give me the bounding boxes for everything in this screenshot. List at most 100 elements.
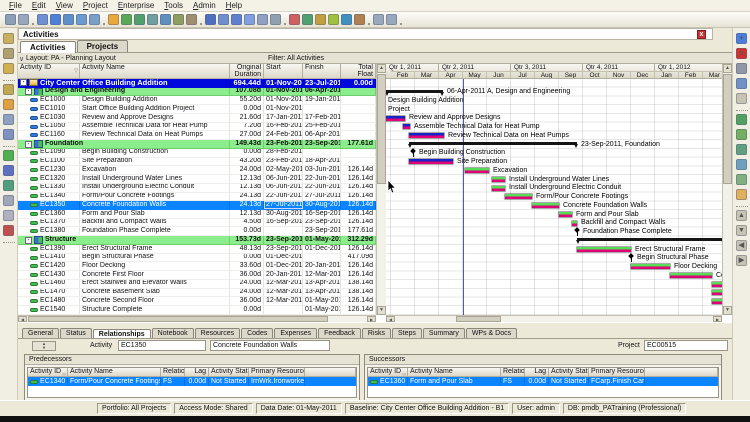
table-row[interactable]: - Design and Engineering 107.08d 01-Nov-201… xyxy=(18,87,376,97)
original-duration-cell[interactable]: 4.50d xyxy=(230,218,264,227)
original-duration-cell[interactable]: 24.13d xyxy=(230,201,264,210)
total-float-cell[interactable]: 126.14d xyxy=(341,244,376,253)
assign-resources-icon[interactable] xyxy=(315,14,326,25)
relation-column-relations[interactable]: Relations xyxy=(501,368,525,377)
summary-bar[interactable] xyxy=(576,238,722,245)
finish-cell[interactable]: 12-Mar-2012 xyxy=(303,271,341,279)
table-row[interactable]: EC1370 Backfill and Compact Walls 4.50d 16-… xyxy=(18,218,376,228)
original-duration-cell[interactable]: 107.08d xyxy=(230,87,264,96)
total-float-cell[interactable]: 126.14d xyxy=(341,297,376,306)
timescale-quarter[interactable]: Qtr 1, 2011 xyxy=(386,64,439,71)
table-row[interactable]: EC1330 Install Underground Electric Condu… xyxy=(18,183,376,193)
start-cell[interactable]: 12-Mar-2012 xyxy=(264,288,303,297)
finish-cell[interactable] xyxy=(303,148,341,157)
activity-name-cell[interactable]: Concrete Basement Slab xyxy=(80,288,230,297)
finish-cell[interactable]: 18-Apr-2011 A xyxy=(303,157,341,166)
finish-cell[interactable]: 19-Jan-2011 A xyxy=(303,96,341,105)
gantt-timescale[interactable]: Qtr 1, 2011 Qtr 2, 2011 Qtr 3, 2011 Qtr 4, … xyxy=(386,64,722,79)
start-cell[interactable]: 23-Feb-2011 A xyxy=(264,140,303,148)
menu-item-tools[interactable]: Tools xyxy=(159,1,188,10)
total-float-cell[interactable]: 126.14d xyxy=(341,210,376,218)
activity-spinner[interactable]: ▲ ▼ xyxy=(32,341,56,351)
finish-cell[interactable]: 23-Sep-2011 xyxy=(303,140,341,148)
activity-bar[interactable] xyxy=(409,133,444,139)
assign-predecessor-icon[interactable] xyxy=(736,159,747,170)
details-tab-notebook[interactable]: Notebook xyxy=(151,328,194,338)
menu-item-help[interactable]: Help xyxy=(221,1,247,10)
section-name-cell[interactable]: - Foundation xyxy=(18,140,230,148)
activity-bar[interactable] xyxy=(712,299,722,305)
milestone-marker[interactable] xyxy=(631,254,632,262)
timescale-month[interactable]: Aug xyxy=(535,71,559,78)
activity-name-cell[interactable]: Site Preparation xyxy=(80,157,230,166)
documents-nav-icon[interactable] xyxy=(3,195,14,206)
menu-item-admin[interactable]: Admin xyxy=(188,1,221,10)
activity-id-cell[interactable]: EC1230 xyxy=(18,166,80,175)
finish-cell[interactable]: 23-Sep-2011 xyxy=(303,227,341,236)
summary-bar[interactable] xyxy=(408,142,578,149)
table-vertical-scrollbar[interactable]: ▲ ▼ xyxy=(376,64,386,315)
assign-resource-by-role-icon[interactable] xyxy=(736,129,747,140)
details-tab-codes[interactable]: Codes xyxy=(241,328,274,338)
start-cell[interactable]: 01-Nov-2010 A xyxy=(264,105,303,113)
project-name-cell[interactable]: - City Center Office Building Addition xyxy=(18,79,230,87)
total-float-cell[interactable]: 177.61d xyxy=(341,227,376,236)
total-float-cell[interactable]: 126.14d xyxy=(341,175,376,183)
activity-name-cell[interactable]: Concrete First Floor xyxy=(80,271,230,279)
relation-activity-id-cell[interactable]: EC1360 xyxy=(368,377,408,386)
table-row[interactable]: - Structure 153.73d23-Sep-201101-May-20123… xyxy=(18,236,376,245)
gantt-horizontal-scrollbar[interactable]: ◀ ▶ xyxy=(386,315,722,322)
timescale-quarter[interactable]: Qtr 4, 2011 xyxy=(583,64,655,71)
relation-cell[interactable]: Form/Pour Concrete Footings xyxy=(68,377,161,386)
start-cell[interactable]: 02-May-2011 xyxy=(264,166,303,175)
details-tab-general[interactable]: General xyxy=(22,328,59,338)
delete-icon[interactable]: x xyxy=(736,48,747,59)
shift-right-icon[interactable]: ▶ xyxy=(736,255,747,266)
reports-view-icon[interactable] xyxy=(147,14,158,25)
activity-name-cell[interactable]: Concrete Second Floor xyxy=(80,297,230,306)
total-float-cell[interactable] xyxy=(341,157,376,166)
table-row[interactable]: EC1050 Assemble Technical Data for Heat P… xyxy=(18,122,376,132)
activity-name-cell[interactable]: Floor Decking xyxy=(80,262,230,271)
scroll-up-icon[interactable]: ▲ xyxy=(723,64,732,73)
total-float-cell[interactable] xyxy=(341,105,376,113)
start-cell[interactable]: 12-Mar-2012 xyxy=(264,279,303,288)
details-tab-status[interactable]: Status xyxy=(59,328,92,338)
scrollbar-thumb[interactable] xyxy=(377,74,386,184)
wbs-view-icon[interactable] xyxy=(173,14,184,25)
original-duration-cell[interactable]: 24.00d xyxy=(230,166,264,175)
collapse-icon[interactable]: - xyxy=(20,79,27,87)
timescale-month[interactable]: Jun xyxy=(487,71,511,78)
activity-id-cell[interactable]: EC1470 xyxy=(18,288,80,297)
assign-wp-icon[interactable] xyxy=(736,189,747,200)
original-duration-cell[interactable]: 0.00d xyxy=(230,105,264,113)
scroll-down-icon[interactable]: ▼ xyxy=(723,306,732,315)
relation-column-activity-status[interactable]: Activity Status xyxy=(549,368,589,377)
bars-icon[interactable] xyxy=(244,14,255,25)
start-cell[interactable]: 27-Jul-2011 xyxy=(264,201,303,210)
assign-resource-icon[interactable] xyxy=(736,114,747,125)
table-row[interactable]: EC1010 Start Office Building Addition Pro… xyxy=(18,105,376,114)
activity-bar[interactable] xyxy=(492,176,505,182)
original-duration-cell[interactable]: 24.00d xyxy=(230,288,264,297)
activity-name-cell[interactable]: Assemble Technical Data for Heat Pump xyxy=(80,122,230,131)
activity-id-field[interactable]: EC1350 xyxy=(118,340,206,351)
timescale-month[interactable]: Sep xyxy=(559,71,583,78)
total-float-cell[interactable]: 126.14d xyxy=(341,262,376,271)
activity-id-cell[interactable]: EC1370 xyxy=(18,218,80,227)
table-row[interactable]: EC1420 Floor Decking 33.60d 01-Dec-2011 20-J… xyxy=(18,262,376,272)
finish-cell[interactable] xyxy=(303,105,341,113)
table-row[interactable]: EC1000 Design Building Addition 55.20d 01-N… xyxy=(18,96,376,106)
original-duration-cell[interactable]: 21.60d xyxy=(230,113,264,122)
filters-icon[interactable] xyxy=(231,14,242,25)
copy-icon[interactable] xyxy=(736,78,747,89)
finish-cell[interactable]: 13-Apr-2012 xyxy=(303,288,341,297)
original-duration-cell[interactable]: 48.13d xyxy=(230,244,264,253)
finish-cell[interactable]: 27-Jul-2011 xyxy=(303,192,341,201)
finish-cell[interactable]: 20-Jan-2012 xyxy=(303,262,341,271)
start-cell[interactable]: 24-Feb-2011 A xyxy=(264,131,303,140)
original-duration-cell[interactable]: 12.13d xyxy=(230,183,264,192)
activity-id-cell[interactable]: EC1420 xyxy=(18,262,80,271)
total-float-cell[interactable]: 312.29d xyxy=(341,236,376,244)
projects-nav-icon[interactable] xyxy=(3,33,14,44)
